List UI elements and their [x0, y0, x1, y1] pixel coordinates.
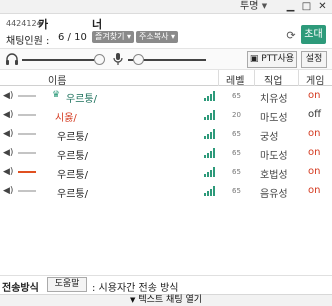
member-level: 65	[232, 130, 241, 138]
signal-icon	[204, 91, 216, 101]
speaker-icon[interactable]: ◀)	[3, 148, 13, 158]
member-name: 우르퉁/	[57, 170, 88, 181]
open-text-chat-button[interactable]: ▼ 텍스트 채팅 열기	[0, 294, 332, 306]
member-row[interactable]: ◀) 우르퉁/ 65 궁성 on	[0, 125, 332, 144]
room-header: 4424124 카 너 채팅인원 : 6 / 10 즐겨찾기 ▾ 주소복사 ▾ …	[0, 14, 332, 48]
voice-level-bar	[18, 171, 36, 173]
signal-icon	[204, 167, 216, 177]
speaker-icon[interactable]: ◀)	[3, 110, 13, 120]
ptt-label: PTT사용	[261, 54, 295, 64]
member-level: 65	[232, 149, 241, 157]
favorite-button[interactable]: 즐겨찾기 ▾	[92, 31, 134, 43]
member-game-status: off	[308, 109, 322, 120]
send-method-bar: 전송방식 도움말 : 시용자간 전송 방식	[0, 275, 332, 294]
member-job: 음유성	[260, 189, 288, 200]
room-name-suffix: 너	[92, 18, 103, 31]
chatters-label: 채팅인원 :	[6, 36, 50, 47]
voice-level-bar	[18, 114, 36, 116]
ptt-button[interactable]: ▣ PTT사용	[247, 51, 297, 68]
output-volume-slider[interactable]	[94, 54, 105, 65]
title-bar: 투명 ▼ ▁ □ ✕	[0, 0, 332, 14]
mic-volume-slider[interactable]	[133, 54, 144, 65]
chatters-count: 6 / 10	[58, 32, 87, 43]
speaker-icon[interactable]: ◀)	[3, 186, 13, 196]
member-job: 마도성	[260, 113, 288, 124]
member-row[interactable]: ◀) ♛ 우르퉁/ 65 치유성 on	[0, 87, 332, 106]
member-job: 궁성	[260, 132, 279, 143]
member-game-status: on	[308, 185, 321, 196]
column-game[interactable]: 게임	[306, 72, 324, 87]
signal-icon	[204, 148, 216, 158]
member-name: 우르퉁/	[57, 132, 88, 143]
member-row[interactable]: ◀) 우르퉁/ 65 호법성 on	[0, 163, 332, 182]
member-job: 마도성	[260, 151, 288, 162]
send-method-label: 전송방식	[2, 283, 39, 294]
voice-level-bar	[18, 152, 36, 154]
column-divider	[298, 70, 299, 86]
member-name: 시옳/	[55, 113, 77, 124]
member-row[interactable]: ◀) 우르퉁/ 65 마도성 on	[0, 144, 332, 163]
voice-level-bar	[18, 190, 36, 192]
speaker-icon[interactable]: ◀)	[3, 167, 13, 177]
member-name: 우르퉁/	[57, 151, 88, 162]
signal-icon	[204, 110, 216, 120]
opacity-label: 투명	[240, 1, 259, 12]
member-level: 65	[232, 168, 241, 176]
send-method-description: : 시용자간 전송 방식	[92, 283, 179, 294]
close-icon[interactable]: ✕	[314, 0, 331, 13]
mic-icon	[112, 52, 124, 66]
minimize-icon[interactable]: ▁	[282, 0, 299, 13]
column-name[interactable]: 이름	[48, 72, 66, 87]
headphone-icon	[5, 52, 19, 66]
member-list: ◀) ♛ 우르퉁/ 65 치유성 on ◀) 시옳/ 20 마도성 off ◀)…	[0, 87, 332, 201]
help-button[interactable]: 도움말	[47, 277, 87, 292]
member-job: 호법성	[260, 170, 288, 181]
member-level: 65	[232, 187, 241, 195]
speaker-icon[interactable]: ◀)	[3, 129, 13, 139]
host-icon: ♛	[52, 90, 61, 100]
voice-level-bar	[18, 133, 36, 135]
room-name: 카	[38, 18, 49, 31]
room-id: 4424124	[6, 19, 42, 28]
column-level[interactable]: 레벨	[226, 72, 244, 87]
speaker-icon[interactable]: ◀)	[3, 91, 13, 101]
copy-address-button[interactable]: 주소복사 ▾	[136, 31, 178, 43]
audio-controls: ▣ PTT사용 설정	[0, 48, 332, 70]
member-game-status: on	[308, 147, 321, 158]
invite-button[interactable]: 초대	[301, 25, 326, 44]
voice-level-bar	[18, 95, 36, 97]
member-list-header: 이름 레벨 직업 게임	[0, 70, 332, 87]
member-game-status: on	[308, 90, 321, 101]
member-name: 우르퉁/	[57, 189, 88, 200]
opacity-dropdown-icon[interactable]: ▼	[259, 1, 270, 12]
member-name: 우르퉁/	[66, 94, 97, 105]
signal-icon	[204, 129, 216, 139]
member-level: 20	[232, 111, 241, 119]
member-level: 65	[232, 92, 241, 100]
member-game-status: on	[308, 128, 321, 139]
caret-down-icon: ▼	[129, 296, 136, 304]
member-game-status: on	[308, 166, 321, 177]
refresh-icon[interactable]: ⟳	[284, 29, 298, 43]
member-row[interactable]: ◀) 시옳/ 20 마도성 off	[0, 106, 332, 125]
column-divider	[218, 70, 219, 86]
column-job[interactable]: 직업	[264, 72, 282, 87]
column-divider	[254, 70, 255, 86]
output-volume-track[interactable]	[22, 59, 94, 61]
maximize-icon[interactable]: □	[298, 0, 315, 13]
signal-icon	[204, 186, 216, 196]
open-text-chat-label: 텍스트 채팅 열기	[138, 295, 203, 305]
member-row[interactable]: ◀) 우르퉁/ 65 음유성 on	[0, 182, 332, 201]
settings-button[interactable]: 설정	[301, 51, 327, 68]
member-job: 치유성	[260, 94, 288, 105]
